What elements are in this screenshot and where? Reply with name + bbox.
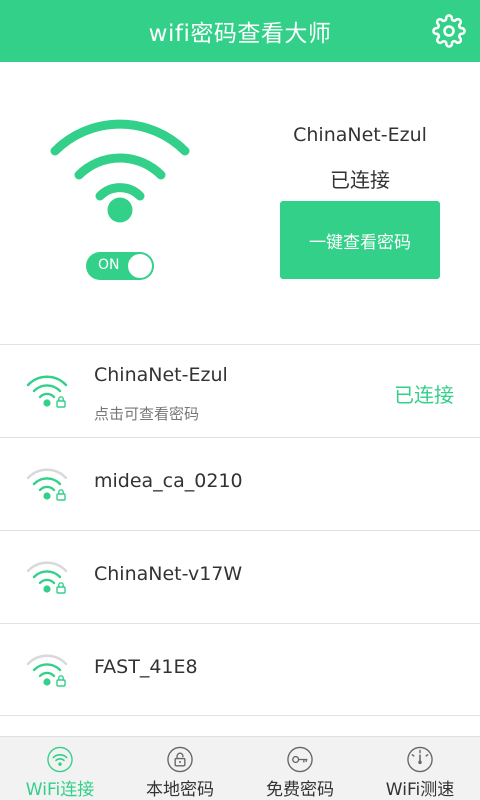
settings-button[interactable]: [430, 12, 468, 50]
locked-wifi-icon: [26, 468, 68, 501]
current-connection-panel: ON ChinaNet-Ezul 已连接 一键查看密码: [0, 62, 480, 344]
nav-tab-wifi-connect[interactable]: WiFi连接: [0, 737, 120, 800]
wifi-list-item[interactable]: midea_ca_0210: [0, 437, 480, 530]
wifi-icon: [47, 746, 73, 773]
wifi-list: ChinaNet-Ezul 点击可查看密码 已连接 midea_ca_0210: [0, 344, 480, 716]
ssid-name: ChinaNet-Ezul: [94, 364, 228, 386]
ssid-name: FAST_41E8: [94, 656, 198, 678]
wifi-list-item[interactable]: ChinaNet-v17W: [0, 530, 480, 623]
nav-label: 本地密码: [146, 780, 214, 800]
wifi-signal-icon: [50, 119, 190, 223]
key-icon: [287, 746, 313, 773]
nav-label: WiFi连接: [25, 780, 95, 800]
nav-tab-local-passwords[interactable]: 本地密码: [120, 737, 240, 800]
nav-tab-free-passwords[interactable]: 免费密码: [240, 737, 360, 800]
locked-wifi-icon: [26, 561, 68, 594]
connected-status: 已连接: [394, 383, 454, 407]
current-ssid: ChinaNet-Ezul: [293, 124, 427, 146]
connection-status: 已连接: [330, 168, 390, 192]
wifi-list-item[interactable]: FAST_41E8: [0, 623, 480, 716]
locked-wifi-icon: [26, 654, 68, 687]
ssid-name: ChinaNet-v17W: [94, 563, 243, 585]
nav-label: 免费密码: [266, 780, 334, 800]
app-screen: wifi密码查看大师 ON ChinaNet-Ezul 已连接 一键查看密码 C…: [0, 0, 480, 800]
nav-tab-wifi-speed-test[interactable]: WiFi测速: [360, 737, 480, 800]
wifi-toggle-label: ON: [98, 257, 120, 273]
app-header: wifi密码查看大师: [0, 0, 480, 62]
ssid-subtitle: 点击可查看密码: [94, 405, 200, 423]
app-title: wifi密码查看大师: [148, 21, 332, 47]
view-password-button[interactable]: 一键查看密码: [280, 201, 440, 279]
wifi-list-item[interactable]: ChinaNet-Ezul 点击可查看密码 已连接: [0, 344, 480, 437]
nav-label: WiFi测速: [385, 780, 455, 800]
lock-icon: [167, 746, 193, 773]
bottom-nav: WiFi连接 本地密码 免费密码 WiFi测速: [0, 736, 480, 800]
locked-wifi-icon: [26, 375, 68, 408]
toggle-knob: [128, 254, 152, 278]
wifi-toggle[interactable]: ON: [86, 252, 154, 280]
gear-icon: [432, 14, 466, 48]
speedometer-icon: [407, 746, 433, 773]
ssid-name: midea_ca_0210: [94, 470, 243, 492]
